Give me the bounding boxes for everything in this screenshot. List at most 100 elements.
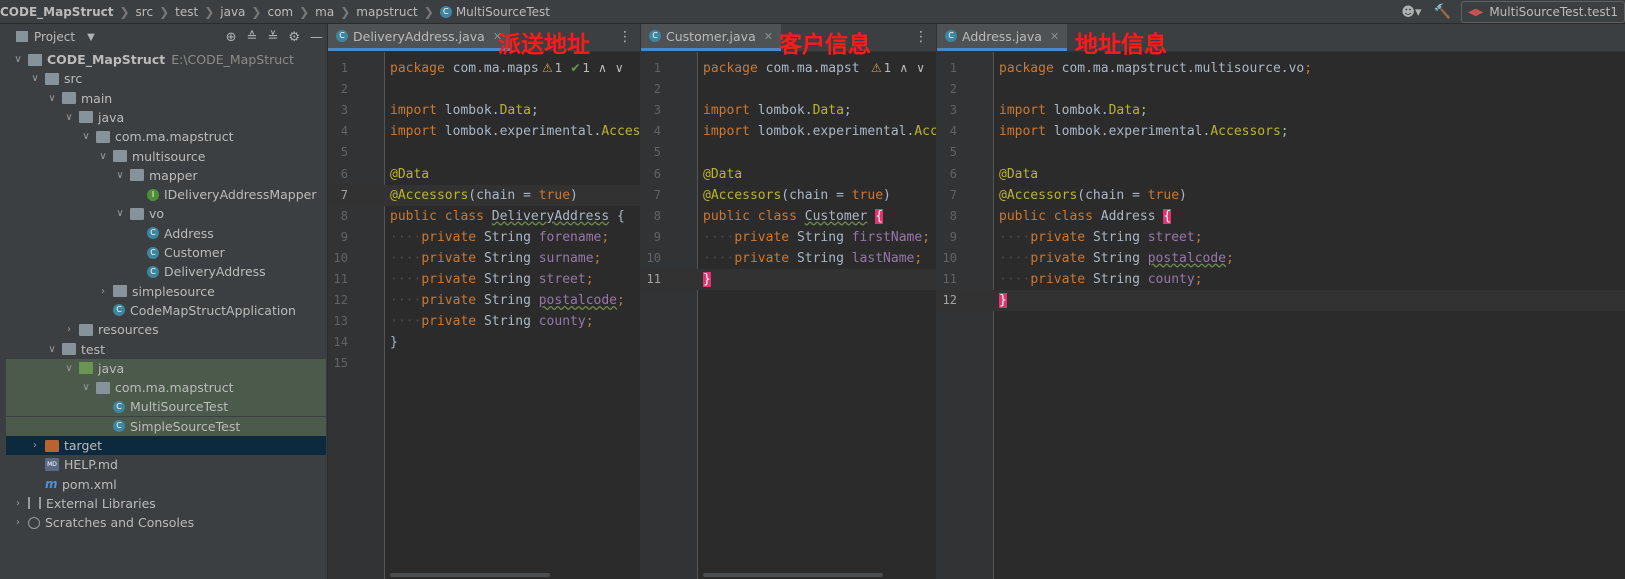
build-hammer-icon[interactable]: 🔨 [1434,4,1451,20]
horizontal-scrollbar[interactable] [703,573,883,577]
tree-item[interactable]: › target [6,436,326,455]
collapse-all-icon[interactable]: ≚ [267,30,278,45]
code-line[interactable]: ····private String county; [999,269,1203,290]
tree-item[interactable]: › External Libraries [6,494,326,513]
collapsed-arrow-icon[interactable]: › [12,498,24,509]
expanded-arrow-icon[interactable]: ∨ [80,131,92,142]
tree-item[interactable]: C DeliveryAddress [6,262,326,281]
breadcrumb-item[interactable]: java [220,5,245,19]
editor-tab[interactable]: C DeliveryAddress.java ✕ [328,24,511,51]
run-configuration-selector[interactable]: ◀▶ MultiSourceTest.test1 [1460,1,1625,23]
code-line[interactable]: package com.ma.maps [390,58,539,79]
tree-item[interactable]: C CodeMapStructApplication [6,301,326,320]
tree-item[interactable]: C Address [6,224,326,243]
expand-all-icon[interactable]: ≙ [247,30,258,45]
code-line[interactable]: ····private String postalcode; [390,290,625,311]
code-line[interactable]: package com.ma.mapstruct.multisource.vo; [999,58,1312,79]
breadcrumb-item[interactable]: com [267,5,293,19]
chevron-up-icon[interactable]: ∧ [598,61,607,75]
close-icon[interactable]: ✕ [1050,30,1059,43]
expanded-arrow-icon[interactable]: ∨ [63,363,75,374]
code-line[interactable]: package com.ma.mapst [703,58,860,79]
breadcrumb-item[interactable]: CODE_MapStruct [0,5,113,19]
tree-item[interactable]: ∨ mapper [6,166,326,185]
expanded-arrow-icon[interactable]: ∨ [114,208,126,219]
code-line[interactable]: import lombok.Data; [703,100,852,121]
code-line[interactable]: @Accessors(chain = true) [390,185,578,206]
tree-item[interactable]: ∨ com.ma.mapstruct [6,127,326,146]
tree-item[interactable]: ∨ src [6,69,326,88]
horizontal-scrollbar[interactable] [390,573,550,577]
tree-item[interactable]: C MultiSourceTest [6,397,326,417]
tree-item[interactable]: C SimpleSourceTest [6,416,326,436]
tree-item[interactable]: ∨ com.ma.mapstruct [6,378,326,398]
code-line[interactable]: import lombok.Data; [390,100,539,121]
expanded-arrow-icon[interactable]: ∨ [12,54,24,65]
code-line[interactable]: ····private String county; [390,311,594,332]
code-line[interactable]: @Data [390,164,429,185]
tree-item[interactable]: ∨ vo [6,204,326,223]
inspection-widget[interactable]: ⚠ 1 ✔ 1 ∧ ∨ [542,58,624,79]
locate-icon[interactable]: ⊕ [226,30,237,45]
expanded-arrow-icon[interactable]: ∨ [97,151,109,162]
tree-item[interactable]: m pom.xml [6,475,326,494]
code-line[interactable]: @Accessors(chain = true) [703,185,891,206]
code-line[interactable]: public class Customer { [703,206,884,227]
tree-item[interactable]: › Scratches and Consoles [6,513,326,532]
breadcrumb-item[interactable]: test [175,5,198,19]
code-line[interactable]: ····private String street; [390,269,594,290]
code-line[interactable]: public class Address { [999,206,1172,227]
breadcrumb-item[interactable]: src [136,5,154,19]
expanded-arrow-icon[interactable]: ∨ [29,73,41,84]
code-line[interactable]: @Data [999,164,1038,185]
collapsed-arrow-icon[interactable]: › [12,517,24,528]
close-icon[interactable]: ✕ [764,30,773,43]
code-line[interactable]: import lombok.experimental.Acc [703,121,936,142]
tree-item[interactable]: I IDeliveryAddressMapper [6,185,326,204]
minimize-icon[interactable]: — [310,30,323,45]
tree-item[interactable]: › simplesource [6,282,326,301]
collapsed-arrow-icon[interactable]: › [63,324,75,335]
collapsed-arrow-icon[interactable]: › [29,440,41,451]
tree-item[interactable]: ∨ java [6,358,326,378]
inspection-widget[interactable]: ⚠ 1 ∧ ∨ [871,58,925,79]
expanded-arrow-icon[interactable]: ∨ [46,344,58,355]
chevron-down-icon[interactable]: ▼ [87,32,95,43]
code-line[interactable]: ····private String firstName; [703,227,930,248]
expanded-arrow-icon[interactable]: ∨ [80,382,92,393]
code-line[interactable]: ····private String surname; [390,248,601,269]
expanded-arrow-icon[interactable]: ∨ [63,112,75,123]
tree-item[interactable]: › resources [6,320,326,339]
code-line[interactable]: import lombok.experimental.Accessors; [390,121,640,142]
tree-item[interactable]: MD HELP.md [6,455,326,474]
gear-icon[interactable]: ⚙ [288,30,300,45]
code-line[interactable]: ····private String street; [999,227,1203,248]
code-line[interactable]: @Data [703,164,742,185]
project-panel-title[interactable]: Project [34,30,75,44]
code-line[interactable]: public class DeliveryAddress { [390,206,625,227]
breadcrumb-item[interactable]: ma [315,5,334,19]
tree-item[interactable]: ∨ java [6,108,326,127]
expanded-arrow-icon[interactable]: ∨ [114,170,126,181]
code-line[interactable]: } [390,332,398,353]
breadcrumb-item[interactable]: mapstruct [356,5,417,19]
code-line[interactable]: ····private String postalcode; [999,248,1234,269]
tree-item[interactable]: ∨ CODE_MapStruct E:\CODE_MapStruct [6,50,326,69]
chevron-up-icon[interactable]: ∧ [899,61,908,75]
tree-item[interactable]: ∨ multisource [6,147,326,166]
tree-item[interactable]: ∨ main [6,89,326,108]
chevron-down-icon[interactable]: ∨ [615,61,624,75]
code-line[interactable]: } [703,269,711,290]
chevron-down-icon[interactable]: ∨ [916,61,925,75]
more-options-icon[interactable]: ⋮ [618,29,632,45]
collapsed-arrow-icon[interactable]: › [97,286,109,297]
expanded-arrow-icon[interactable]: ∨ [46,93,58,104]
more-options-icon[interactable]: ⋮ [914,29,928,45]
user-icon[interactable]: ☻▾ [1401,5,1421,20]
tree-item[interactable]: C Customer [6,243,326,262]
tree-item[interactable]: ∨ test [6,340,326,359]
code-line[interactable]: ····private String forename; [390,227,609,248]
code-line[interactable]: import lombok.experimental.Accessors; [999,121,1289,142]
editor-tab[interactable]: C Address.java ✕ [937,24,1068,51]
code-line[interactable]: @Accessors(chain = true) [999,185,1187,206]
